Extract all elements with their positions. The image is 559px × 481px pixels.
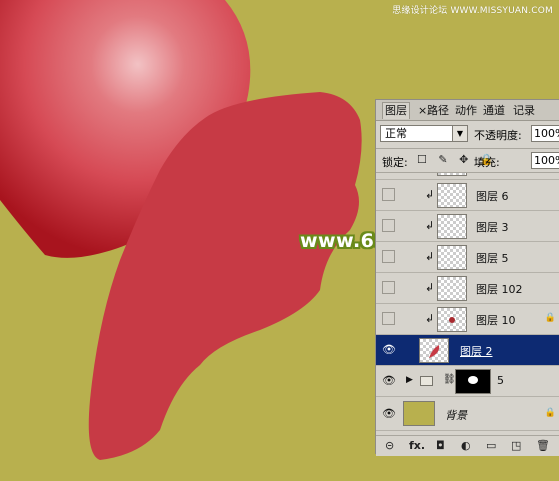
lock-icon: 🔒 [544,313,556,323]
background-layer-name[interactable]: 背景 [445,407,467,423]
chain-link-icon[interactable]: ⛓ [443,374,456,385]
layer-thumbnail [437,183,467,208]
folder-icon [420,376,433,386]
eye-icon[interactable]: 👁 [382,343,396,357]
eye-icon[interactable]: 👁 [382,374,396,388]
layer-row-partial [376,173,559,180]
layer-name[interactable]: 图层 5 [476,250,509,266]
clip-arrow-icon: ↲ [425,250,435,263]
layer-name[interactable]: 图层 102 [476,281,523,297]
opacity-field[interactable]: 100% [531,125,559,142]
trash-icon[interactable]: 🗑 [536,439,550,452]
background-thumbnail [403,401,435,426]
layer-name[interactable]: 图层 3 [476,219,509,235]
adjustment-icon[interactable]: ◐ [461,439,471,452]
lock-label: 锁定: [382,156,408,169]
layer-thumbnail [437,214,467,239]
folder-icon[interactable]: ▭ [486,439,496,452]
fx-icon[interactable]: fx. [409,439,425,452]
red-dot-thumbnail [449,317,455,323]
tab-paths[interactable]: 路径 [425,103,451,119]
expand-arrow-icon[interactable]: ▶ [406,375,413,385]
layer-row[interactable]: ↲ 图层 3 [376,211,559,242]
blend-mode-select[interactable]: 正常 ▼ [380,125,468,142]
layer-thumbnail [437,307,467,332]
visibility-toggle[interactable] [382,312,395,325]
layers-list: ↲ 图层 6 ↲ 图层 3 ↲ 图层 5 ↲ 图层 102 ↲ 图层 10 🔒 … [376,173,559,435]
layer-thumbnail [437,276,467,301]
layer-thumbnail [437,173,467,176]
visibility-toggle[interactable] [382,250,395,263]
background-layer-row[interactable]: 👁 背景 🔒 [376,397,559,431]
layer-row[interactable]: ↲ 图层 102 [376,273,559,304]
layers-panel: 图层 × 路径 动作 通道 记录 正常 ▼ 不透明度: 100% 锁定: ☐ ✎… [375,99,559,456]
layer-thumbnail [437,245,467,270]
eye-icon[interactable]: 👁 [382,407,396,421]
watermark-top: 思缘设计论坛 WWW.MISSYUAN.COM [392,6,553,16]
layer-row-selected[interactable]: 👁 图层 2 [376,335,559,366]
layer-row[interactable]: ↲ 图层 10 🔒 [376,304,559,335]
visibility-toggle[interactable] [382,188,395,201]
clip-arrow-icon: ↲ [425,188,435,201]
new-layer-icon[interactable]: ◳ [511,439,521,452]
layer-row[interactable]: ↲ 图层 5 [376,242,559,273]
blend-row: 正常 ▼ 不透明度: 100% [379,124,559,146]
clip-arrow-icon: ↲ [425,281,435,294]
clip-arrow-icon: ↲ [425,219,435,232]
layer-name[interactable]: 图层 2 [460,343,493,359]
mask-shape [468,376,478,384]
layer-name[interactable]: 图层 10 [476,312,516,328]
panel-tabs: 图层 × 路径 动作 通道 记录 [376,100,559,121]
mask-thumbnail [455,369,491,394]
blend-mode-value: 正常 [385,127,407,140]
visibility-toggle[interactable] [382,281,395,294]
lock-row: 锁定: ☐ ✎ ✥ 🔒 填充: 100% [379,151,559,171]
layer-thumbnail [419,338,449,363]
panel-bottom-bar: ⊝ fx. ◘ ◐ ▭ ◳ 🗑 [376,435,559,456]
divider [376,148,559,149]
layer-row[interactable]: ↲ 图层 6 [376,180,559,211]
tab-history[interactable]: 记录 [511,103,537,119]
layer-name[interactable]: 图层 6 [476,188,509,204]
opacity-label: 不透明度: [474,129,522,142]
mask-icon[interactable]: ◘ [436,439,445,452]
fill-label: 填充: [474,156,500,169]
tab-layers[interactable]: 图层 [382,102,410,119]
clip-arrow-icon: ↲ [425,312,435,325]
tab-channels[interactable]: 通道 [481,103,507,119]
red-shape-thumbnail [429,345,440,358]
tab-actions[interactable]: 动作 [453,103,479,119]
chevron-down-icon: ▼ [452,126,467,141]
fill-field[interactable]: 100% [531,152,559,169]
visibility-toggle[interactable] [382,219,395,232]
lock-icon: 🔒 [544,408,556,418]
link-icon[interactable]: ⊝ [385,439,394,452]
layer-group-row[interactable]: 👁 ▶ ⛓ 5 [376,366,559,397]
group-name[interactable]: 5 [497,374,504,387]
